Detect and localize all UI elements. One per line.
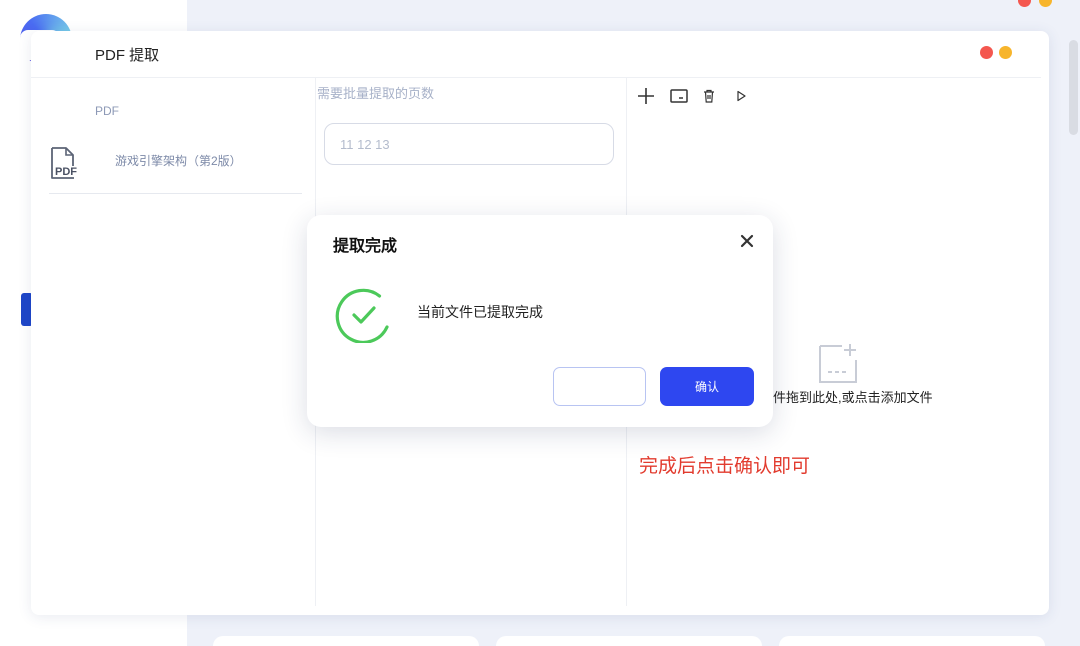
window-controls	[980, 46, 1012, 59]
dialog-close-button[interactable]	[738, 232, 756, 250]
extract-complete-dialog: 提取完成 当前文件已提取完成 确认	[307, 215, 773, 427]
background-card	[213, 636, 479, 646]
confirm-button[interactable]: 确认	[660, 367, 754, 406]
plus-icon	[638, 88, 654, 104]
file-section-label: PDF	[95, 104, 119, 118]
window-minimize-button[interactable]	[999, 46, 1012, 59]
scrollbar[interactable]	[1069, 40, 1078, 135]
add-file-icon[interactable]	[816, 342, 860, 386]
delete-button[interactable]	[698, 85, 720, 107]
dialog-message: 当前文件已提取完成	[417, 304, 543, 320]
pages-input[interactable]	[324, 123, 614, 165]
background-card	[779, 636, 1045, 646]
play-icon	[737, 90, 746, 102]
svg-text:PDF: PDF	[55, 166, 77, 178]
screen: PDF 提取 PDF PDF 游戏引擎架构（第2版） 需要批量提取的页数 11 …	[0, 0, 1080, 646]
dialog-title: 提取完成	[333, 238, 398, 255]
dropzone-hint[interactable]: 件拖到此处,或点击添加文件	[773, 387, 933, 406]
background-window-controls	[1018, 0, 1052, 7]
background-card	[496, 636, 762, 646]
trash-icon	[704, 89, 714, 103]
minimize-dot-icon[interactable]	[1039, 0, 1052, 7]
file-name: 游戏引擎架构（第2版）	[115, 154, 242, 168]
title-divider	[31, 77, 1041, 78]
start-button[interactable]	[730, 85, 752, 107]
folder-icon	[670, 89, 688, 103]
pages-label: 需要批量提取的页数	[317, 86, 435, 101]
close-dot-icon[interactable]	[1018, 0, 1031, 7]
pdf-file-icon: PDF	[51, 147, 77, 179]
success-check-icon	[335, 288, 389, 343]
instruction-annotation: 完成后点击确认即可	[639, 456, 811, 477]
window-title: PDF 提取	[95, 47, 160, 64]
file-list-item[interactable]: PDF 游戏引擎架构（第2版）	[49, 139, 302, 194]
window-close-button[interactable]	[980, 46, 993, 59]
add-folder-button[interactable]	[668, 85, 690, 107]
cancel-button[interactable]	[553, 367, 646, 406]
add-file-button[interactable]	[635, 85, 657, 107]
close-icon	[740, 234, 754, 248]
